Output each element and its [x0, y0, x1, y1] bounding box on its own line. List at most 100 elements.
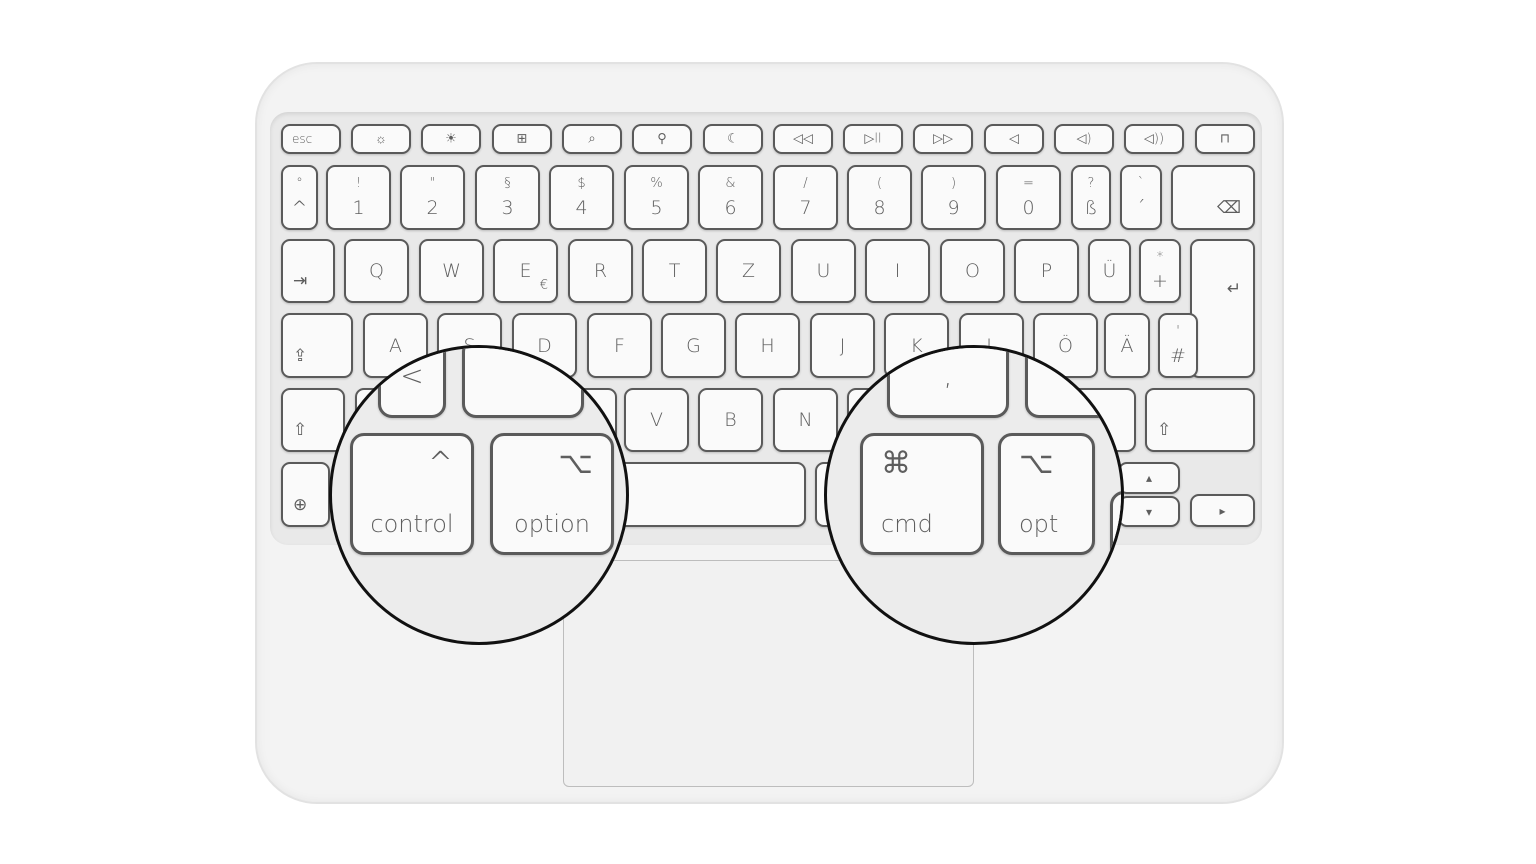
key-x[interactable]: * +: [1139, 239, 1181, 303]
command-icon: ⌘: [881, 446, 911, 481]
fast-forward-icon: ▷▷: [933, 131, 953, 147]
key-ß[interactable]: ? ß: [1071, 165, 1111, 230]
key-j[interactable]: J: [810, 313, 875, 378]
key-label: 6: [724, 197, 737, 219]
key-i[interactable]: I: [865, 239, 930, 303]
delete-icon: ⌫: [1216, 198, 1241, 218]
key-tab-icon[interactable]: ⇥: [281, 239, 335, 303]
key-volume-down-icon[interactable]: ◁): [1054, 124, 1114, 154]
tab-icon: ⇥: [293, 271, 308, 291]
key-label: R: [593, 260, 608, 282]
key-label: 4: [575, 197, 588, 219]
key-brightness-down-icon[interactable]: ☼: [351, 124, 411, 154]
key-top-label: §: [504, 176, 511, 191]
key-fast-forward-icon[interactable]: ▷▷: [913, 124, 973, 154]
key-sub-label: €: [539, 278, 548, 293]
key-brightness-up-icon[interactable]: ☀: [421, 124, 481, 154]
key-label: F: [614, 334, 625, 357]
key-q[interactable]: Q: [344, 239, 409, 303]
key-2[interactable]: " 2: [400, 165, 465, 230]
key-x[interactable]: ° ^: [281, 165, 318, 230]
key-6[interactable]: & 6: [698, 165, 763, 230]
key-label: G: [686, 334, 701, 357]
key-p[interactable]: P: [1014, 239, 1079, 303]
key-top-label: /: [803, 176, 808, 191]
key-label: N: [798, 409, 813, 431]
key-top-label: *: [1156, 250, 1164, 265]
key-label: opt: [1019, 510, 1059, 538]
key-label: O: [965, 260, 980, 282]
moon-icon: ☾: [727, 131, 739, 147]
key-z[interactable]: Z: [716, 239, 781, 303]
key-arrow-right-icon[interactable]: ▸: [1190, 494, 1255, 527]
key-label: 3: [501, 197, 514, 219]
key-t[interactable]: T: [642, 239, 707, 303]
key-search-icon[interactable]: ⌕: [562, 124, 622, 154]
key-label: esc: [292, 132, 313, 146]
option-icon: ⌥: [1019, 446, 1054, 481]
key-label: B: [724, 409, 737, 431]
key-shift-icon[interactable]: ⇧: [1145, 388, 1255, 452]
key-lock-icon[interactable]: ⊓: [1195, 124, 1255, 154]
key-3[interactable]: § 3: [475, 165, 540, 230]
key-top-label: $: [577, 176, 586, 191]
key-w[interactable]: W: [419, 239, 484, 303]
key-globe-icon[interactable]: ⊕: [281, 462, 330, 527]
key-return-icon[interactable]: ↵: [1190, 239, 1255, 378]
key-arrow-up-icon[interactable]: ▴: [1118, 462, 1180, 494]
key-g[interactable]: G: [661, 313, 726, 378]
key-7[interactable]: /7: [773, 165, 838, 230]
key-label: 9: [947, 197, 960, 219]
key-label: #: [1170, 345, 1186, 367]
key-n[interactable]: N: [773, 388, 838, 452]
key-ü[interactable]: Ü: [1088, 239, 1131, 303]
key-top-label: &: [725, 176, 736, 191]
key-b[interactable]: B: [698, 388, 763, 452]
key-4[interactable]: $4: [549, 165, 614, 230]
key-label: 2: [426, 197, 439, 219]
key-label: <: [400, 359, 424, 392]
key-label: U: [816, 260, 831, 282]
key-delete-icon[interactable]: ⌫: [1171, 165, 1255, 230]
globe-icon: ⊕: [293, 495, 308, 515]
key-e[interactable]: E €: [493, 239, 558, 303]
arrow-down-icon: ▾: [1145, 504, 1153, 519]
key-o[interactable]: O: [940, 239, 1005, 303]
key-label: ^: [291, 197, 308, 219]
magnified-key-cmd: ⌘ cmd: [860, 433, 984, 555]
key-microphone-icon[interactable]: ⚲: [632, 124, 692, 154]
key-caps-lock-icon[interactable]: ⇪: [281, 313, 353, 378]
key-9[interactable]: ) 9: [921, 165, 986, 230]
key-volume-up-icon[interactable]: ◁)): [1124, 124, 1184, 154]
app-switcher-icon: ⊞: [516, 131, 528, 147]
key-rewind-icon[interactable]: ◁◁: [773, 124, 833, 154]
key-app-switcher-icon[interactable]: ⊞: [492, 124, 552, 154]
key-0[interactable]: = 0: [996, 165, 1061, 230]
magnified-key-control: ^ control: [350, 433, 474, 555]
key-label: ´: [1136, 197, 1146, 219]
key-v[interactable]: V: [624, 388, 689, 452]
play-pause-icon: ▷ll: [864, 131, 882, 147]
key-8[interactable]: (8: [847, 165, 912, 230]
key-label: Z: [741, 260, 756, 282]
key-arrow-down-icon[interactable]: ▾: [1118, 496, 1180, 527]
key-mute-icon[interactable]: ◁: [984, 124, 1044, 154]
key-h[interactable]: H: [735, 313, 800, 378]
key-x[interactable]: ' #: [1158, 313, 1198, 378]
key-f[interactable]: F: [587, 313, 652, 378]
key-shift-icon[interactable]: ⇧: [281, 388, 345, 452]
volume-down-icon: ◁): [1076, 131, 1092, 147]
key-moon-icon[interactable]: ☾: [703, 124, 763, 154]
key-x[interactable]: ` ´: [1120, 165, 1162, 230]
key-label: H: [760, 334, 775, 357]
key-r[interactable]: R: [568, 239, 633, 303]
key-esc[interactable]: esc: [281, 124, 341, 154]
magnifier-right: , ⌘ cmd ⌥ opt: [824, 345, 1124, 645]
key-1[interactable]: ! 1: [326, 165, 391, 230]
lock-icon: ⊓: [1219, 131, 1231, 147]
key-play-pause-icon[interactable]: ▷ll: [843, 124, 903, 154]
magnifier-left: < ^ control ⌥ option: [329, 345, 629, 645]
key-u[interactable]: U: [791, 239, 856, 303]
control-icon: ^: [427, 446, 453, 481]
key-5[interactable]: % 5: [624, 165, 689, 230]
